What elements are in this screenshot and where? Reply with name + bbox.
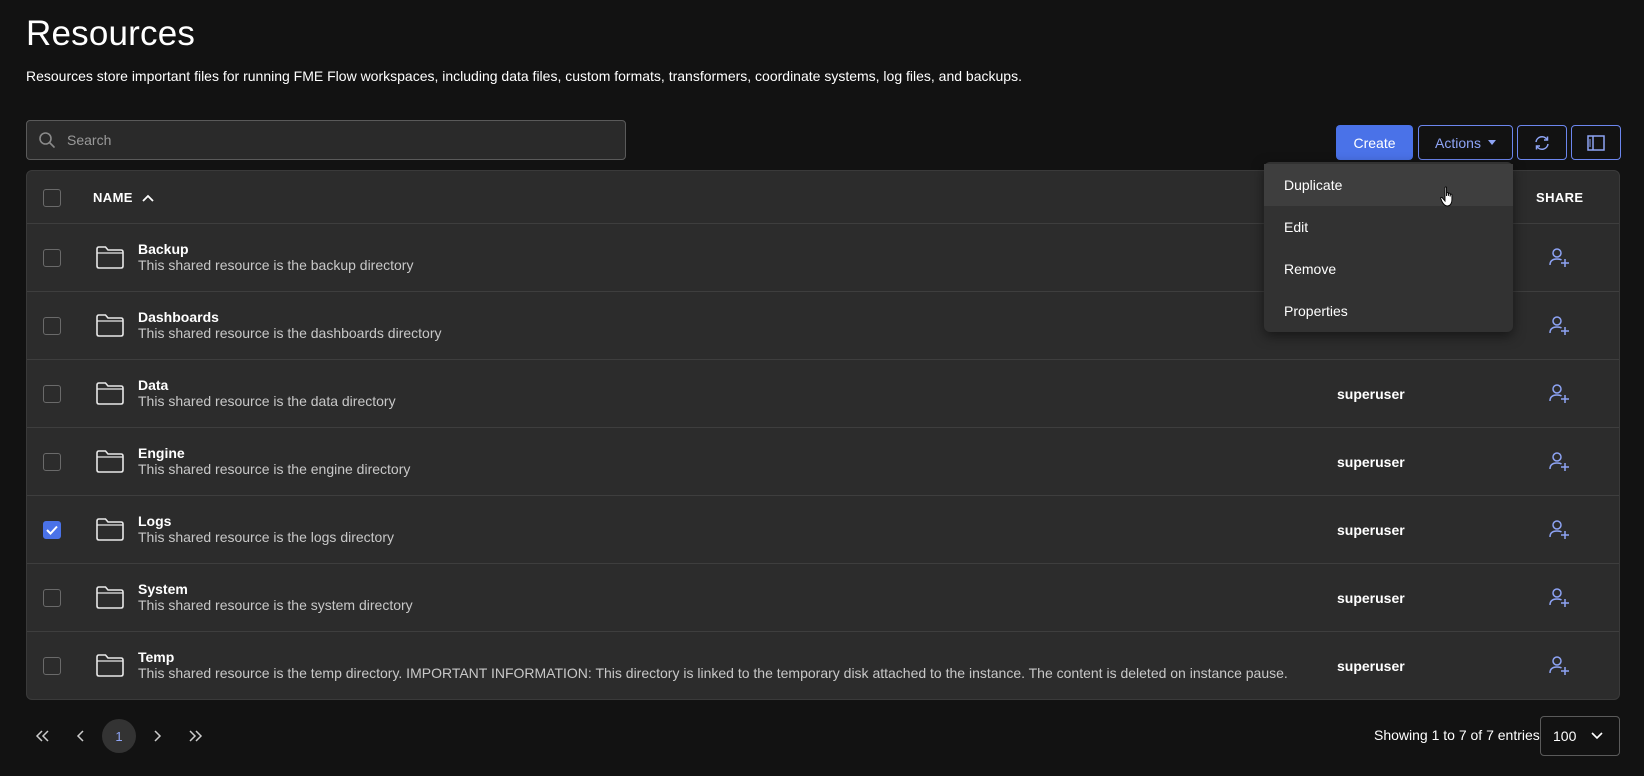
table-row[interactable]: Engine This shared resource is the engine… [27,428,1619,496]
chevron-down-icon [1591,732,1603,740]
resource-owner: superuser [1337,590,1405,606]
menu-item-edit[interactable]: Edit [1264,206,1513,248]
resource-name[interactable]: Dashboards [138,309,219,325]
resource-description: This shared resource is the system direc… [138,597,413,613]
row-checkbox[interactable] [43,385,61,403]
columns-button[interactable] [1571,125,1621,160]
actions-button-label: Actions [1435,134,1481,151]
search-icon [27,120,67,160]
resource-name[interactable]: Backup [138,241,189,257]
current-page-button[interactable]: 1 [102,719,136,753]
resource-owner: superuser [1337,454,1405,470]
column-header-name[interactable]: NAME [93,171,155,224]
table-row[interactable]: Data This shared resource is the data dir… [27,360,1619,428]
resource-name[interactable]: System [138,581,188,597]
double-chevron-left-icon [35,730,49,742]
table-row[interactable]: Temp This shared resource is the temp dir… [27,632,1619,699]
folder-icon [95,652,125,678]
menu-item-remove[interactable]: Remove [1264,248,1513,290]
resource-owner: superuser [1337,522,1405,538]
resource-description: This shared resource is the engine direc… [138,461,411,477]
folder-icon [95,448,125,474]
chevron-right-icon [154,730,162,742]
resource-name[interactable]: Logs [138,513,171,529]
folder-icon [95,380,125,406]
pagination: 1 [26,718,216,754]
entries-summary: Showing 1 to 7 of 7 entries [1374,727,1540,743]
actions-button[interactable]: Actions [1418,125,1513,160]
select-all-checkbox[interactable] [43,189,61,207]
hand-cursor-icon [1440,186,1453,207]
share-user-icon[interactable] [1548,586,1570,608]
table-row[interactable]: Logs This shared resource is the logs dir… [27,496,1619,564]
share-user-icon[interactable] [1548,450,1570,472]
resource-description: This shared resource is the dashboards d… [138,325,442,341]
column-header-share: SHARE [1536,190,1584,205]
actions-dropdown-menu: Duplicate Edit Remove Properties [1264,162,1513,332]
create-button[interactable]: Create [1336,125,1413,160]
resource-name[interactable]: Temp [138,649,174,665]
last-page-button[interactable] [178,719,212,753]
share-user-icon[interactable] [1548,314,1570,336]
menu-item-properties[interactable]: Properties [1264,290,1513,332]
search-box[interactable] [26,120,626,160]
folder-icon [95,516,125,542]
folder-icon [95,584,125,610]
refresh-icon [1535,135,1549,150]
previous-page-button[interactable] [64,719,98,753]
resource-owner: superuser [1337,386,1405,402]
table-row[interactable]: System This shared resource is the system… [27,564,1619,632]
row-checkbox[interactable] [43,589,61,607]
sort-ascending-icon [142,194,154,202]
row-checkbox[interactable] [43,521,61,539]
double-chevron-right-icon [189,730,203,742]
page-size-value: 100 [1553,728,1577,744]
caret-down-icon [1487,140,1496,145]
resource-description: This shared resource is the logs directo… [138,529,394,545]
first-page-button[interactable] [26,719,60,753]
next-page-button[interactable] [140,719,174,753]
menu-item-duplicate[interactable]: Duplicate [1264,164,1513,206]
folder-icon [95,244,125,270]
share-user-icon[interactable] [1548,382,1570,404]
search-input[interactable] [67,121,625,159]
page-description: Resources store important files for runn… [26,68,1022,84]
row-checkbox[interactable] [43,657,61,675]
column-header-name-label: NAME [93,190,133,205]
refresh-button[interactable] [1517,125,1567,160]
resource-owner: superuser [1337,658,1405,674]
columns-icon [1587,134,1605,151]
row-checkbox[interactable] [43,249,61,267]
share-user-icon[interactable] [1548,518,1570,540]
share-user-icon[interactable] [1548,246,1570,268]
folder-icon [95,312,125,338]
resource-description: This shared resource is the data directo… [138,393,396,409]
chevron-left-icon [76,730,84,742]
row-checkbox[interactable] [43,453,61,471]
page-title: Resources [26,14,196,53]
resource-description: This shared resource is the temp directo… [138,665,1288,681]
row-checkbox[interactable] [43,317,61,335]
resource-name[interactable]: Data [138,377,168,393]
share-user-icon[interactable] [1548,654,1570,676]
page-size-select[interactable]: 100 [1540,716,1620,756]
resource-description: This shared resource is the backup direc… [138,257,414,273]
resource-name[interactable]: Engine [138,445,185,461]
